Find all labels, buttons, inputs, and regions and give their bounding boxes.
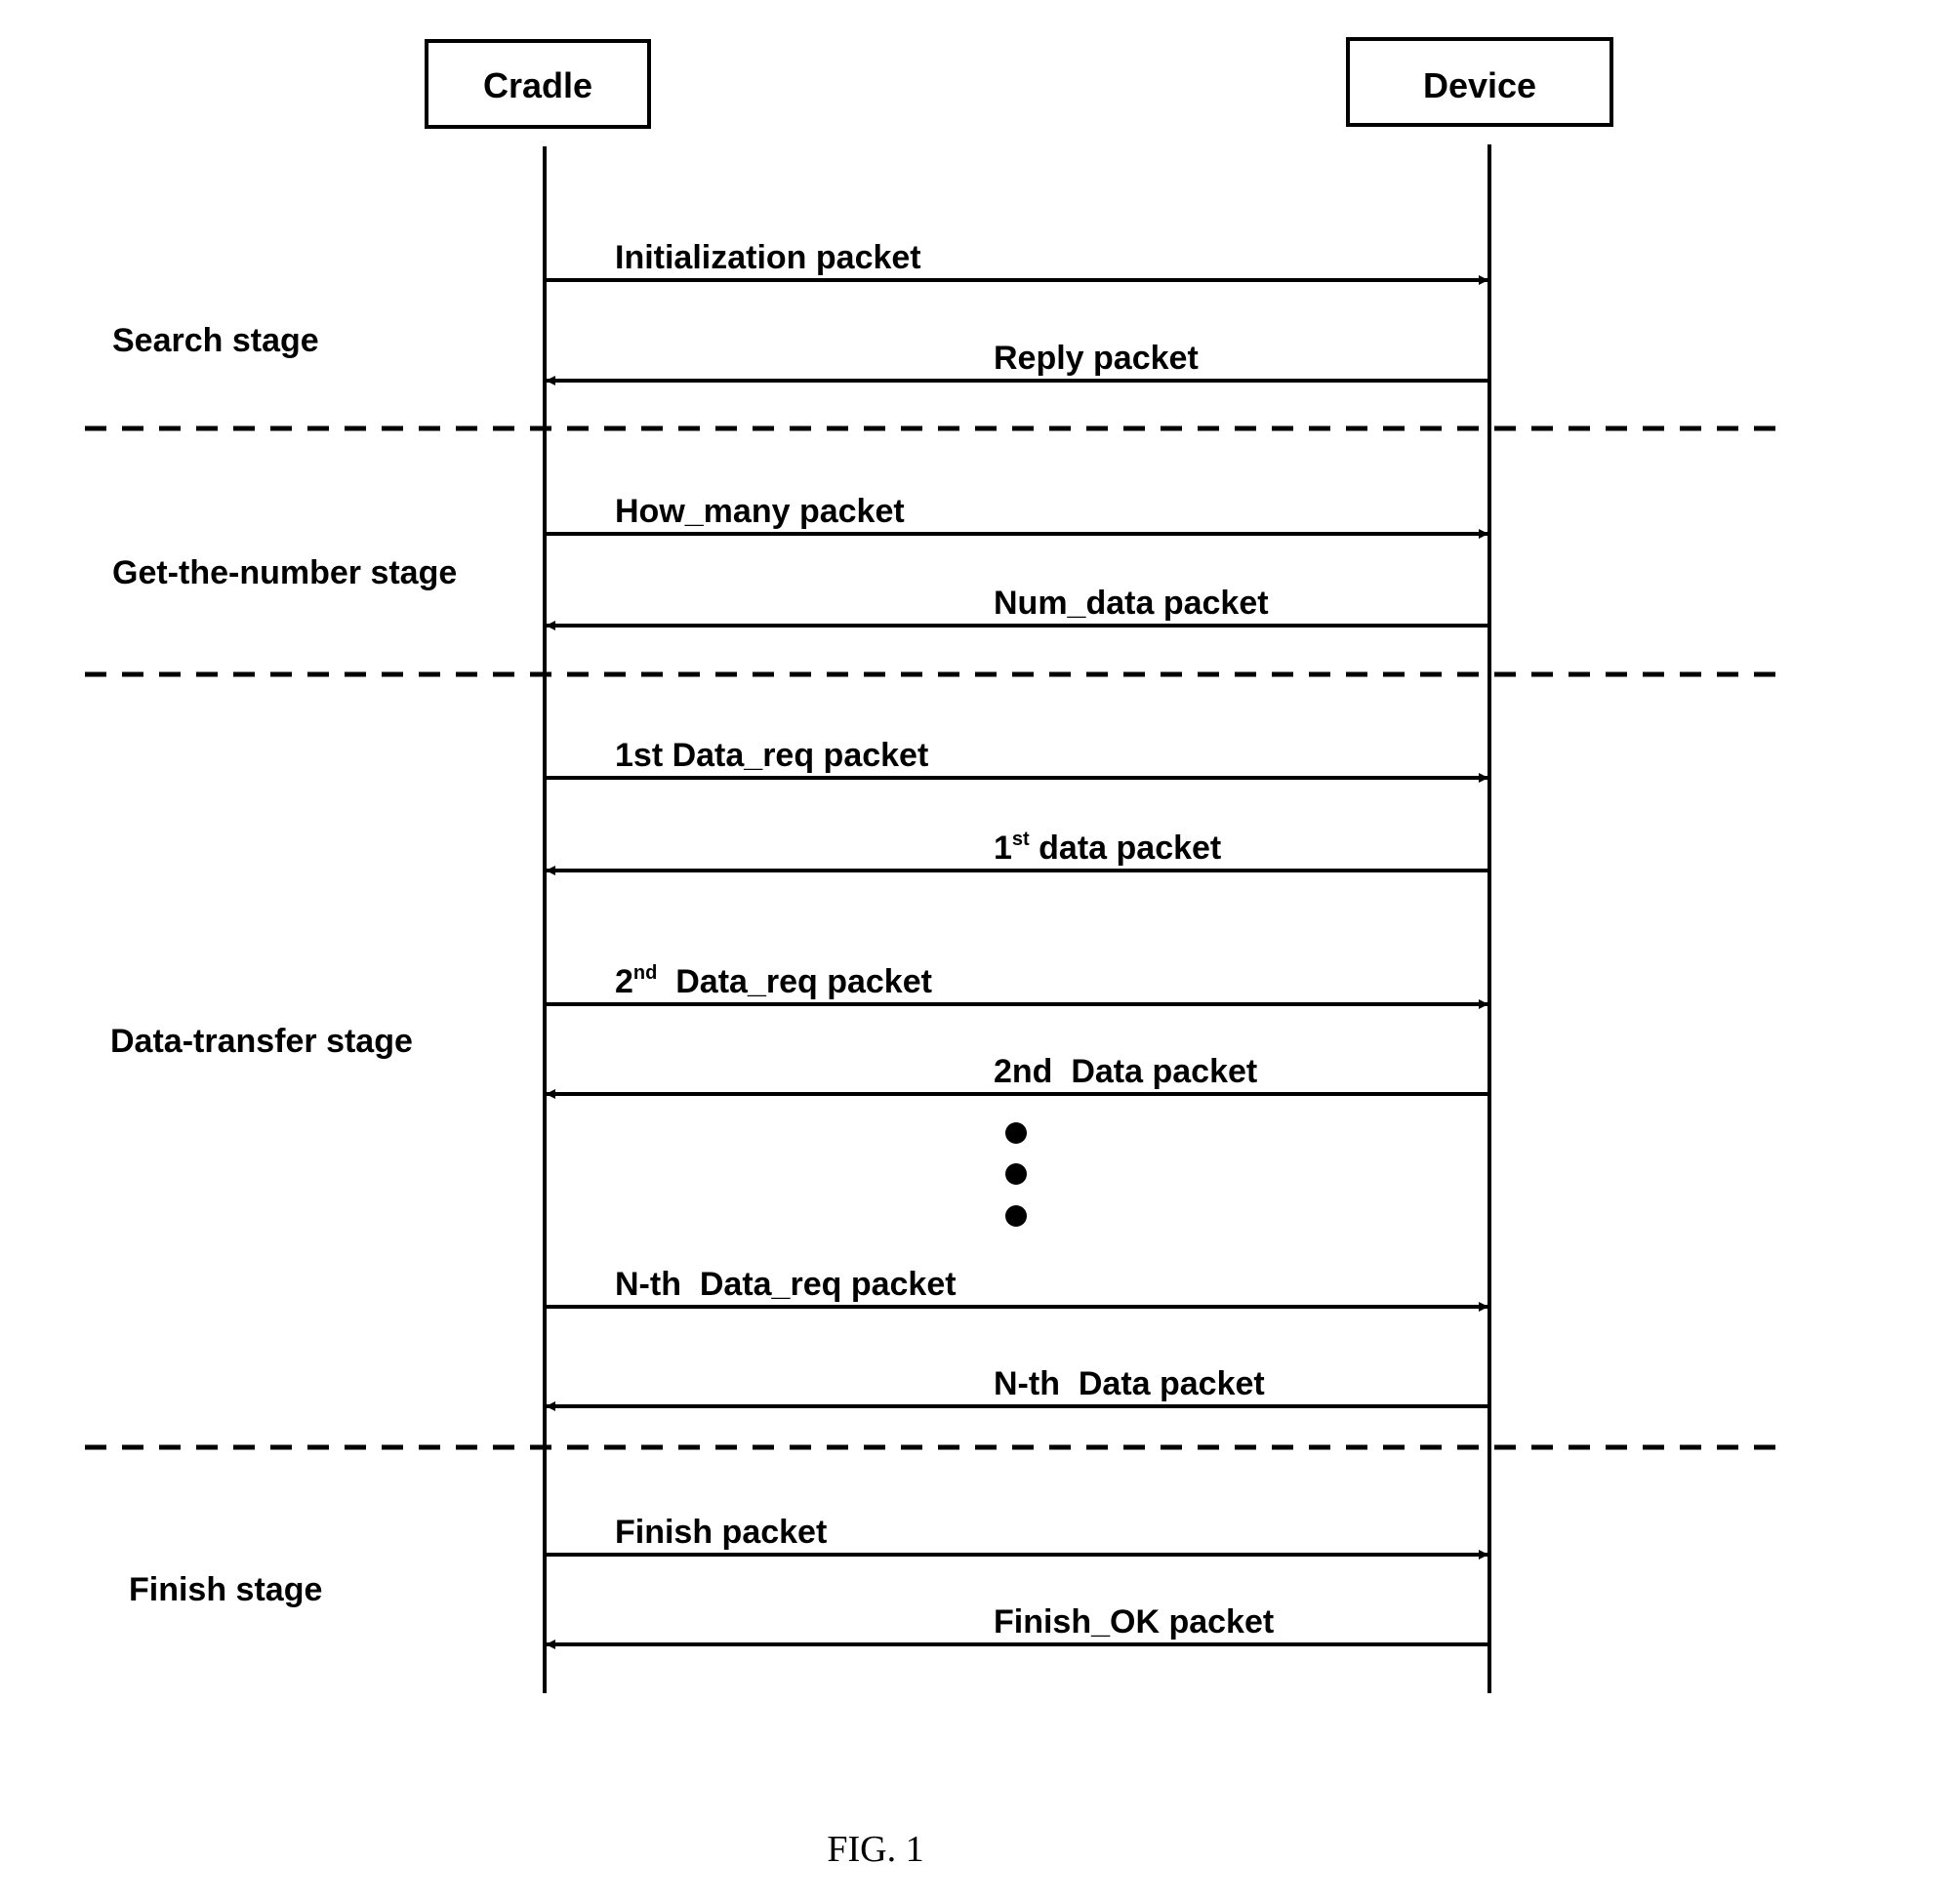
message-label: How_many packet xyxy=(615,493,905,530)
message-label: Initialization packet xyxy=(615,239,921,276)
message-label: 2nd Data packet xyxy=(994,1053,1257,1090)
stage-label-search: Search stage xyxy=(112,322,319,359)
sequence-diagram: Cradle Device Search stage Get-the-numbe… xyxy=(85,37,1784,1870)
ellipsis-dot xyxy=(1005,1163,1027,1185)
actor-device-label: Device xyxy=(1423,65,1536,105)
message: Finish packet xyxy=(545,1514,1488,1560)
actor-device: Device xyxy=(1346,37,1613,127)
message: Initialization packet xyxy=(545,239,1488,285)
message-label: N-th Data_req packet xyxy=(615,1266,957,1303)
message: N-th Data packet xyxy=(546,1365,1489,1411)
message: Num_data packet xyxy=(546,585,1489,630)
actor-cradle: Cradle xyxy=(425,39,651,129)
message-label: Finish packet xyxy=(615,1514,827,1551)
messages: Initialization packet Reply packet How_man… xyxy=(545,239,1489,1649)
message: 1st Data_req packet xyxy=(545,737,1488,783)
message-label: Num_data packet xyxy=(994,585,1269,622)
stage-label-finish: Finish stage xyxy=(129,1571,322,1608)
message: 1st data packet xyxy=(546,829,1489,875)
stage-label-get-the-number: Get-the-number stage xyxy=(112,554,457,591)
message-label: 2nd Data_req packet xyxy=(615,962,932,1000)
message: 2nd Data_req packet xyxy=(545,962,1488,1009)
message: Reply packet xyxy=(546,340,1489,385)
ellipsis-dot xyxy=(1005,1205,1027,1227)
message: N-th Data_req packet xyxy=(545,1266,1488,1312)
message-label: N-th Data packet xyxy=(994,1365,1265,1402)
ellipsis-dot xyxy=(1005,1122,1027,1144)
message-label: 1st Data_req packet xyxy=(615,737,928,774)
actor-cradle-label: Cradle xyxy=(483,65,592,105)
message: 2nd Data packet xyxy=(546,1053,1489,1099)
message: How_many packet xyxy=(545,493,1488,539)
message: Finish_OK packet xyxy=(546,1603,1489,1649)
message-label: Reply packet xyxy=(994,340,1199,377)
message-label: 1st data packet xyxy=(994,829,1221,867)
ellipsis xyxy=(1005,1122,1027,1227)
stage-label-data-transfer: Data-transfer stage xyxy=(110,1023,413,1060)
figure-caption: FIG. 1 xyxy=(827,1829,923,1870)
message-label: Finish_OK packet xyxy=(994,1603,1274,1641)
